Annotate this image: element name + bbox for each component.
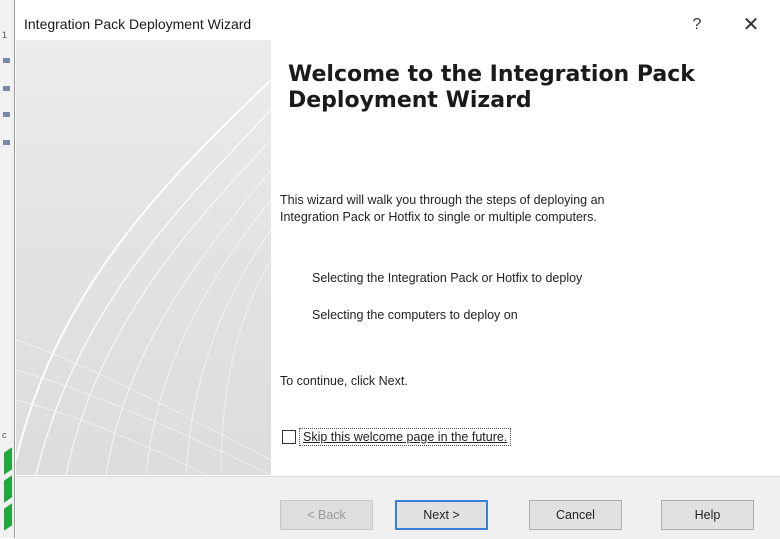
next-button[interactable]: Next >: [395, 500, 488, 530]
continue-instruction: To continue, click Next.: [280, 374, 408, 388]
background-toolbar-mark: [3, 86, 10, 91]
help-button[interactable]: Help: [661, 500, 754, 530]
cancel-button[interactable]: Cancel: [529, 500, 622, 530]
background-toolbar-mark: [3, 140, 10, 145]
decorative-curves: [16, 79, 271, 475]
skip-welcome-checkbox[interactable]: [282, 430, 296, 444]
wizard-content: Welcome to the Integration Pack Deployme…: [280, 40, 770, 475]
skip-welcome-option[interactable]: Skip this welcome page in the future.: [282, 428, 512, 446]
window-title: Integration Pack Deployment Wizard: [24, 16, 252, 32]
wizard-side-graphic: [16, 40, 271, 475]
step-item-select-computers: Selecting the computers to deploy on: [312, 308, 518, 322]
close-icon[interactable]: ✕: [731, 12, 771, 38]
intro-text: This wizard will walk you through the st…: [280, 192, 760, 226]
page-title-line-1: Welcome to the Integration Pack: [288, 62, 695, 87]
background-glyph: 1: [2, 30, 8, 40]
wizard-dialog: Integration Pack Deployment Wizard ? ✕ W…: [14, 0, 780, 539]
page-title-line-2: Deployment Wizard: [288, 88, 532, 113]
background-app-edge: 1 c: [0, 0, 15, 538]
background-green-mark: [4, 503, 12, 531]
background-toolbar-mark: [3, 58, 10, 63]
intro-line-2: Integration Pack or Hotfix to single or …: [280, 210, 597, 224]
background-green-mark: [4, 475, 12, 503]
step-item-select-pack: Selecting the Integration Pack or Hotfix…: [312, 271, 583, 285]
background-toolbar-mark: [3, 112, 10, 117]
skip-welcome-label[interactable]: Skip this welcome page in the future.: [299, 428, 512, 446]
back-button[interactable]: < Back: [280, 500, 373, 530]
background-glyph: c: [2, 430, 7, 440]
background-green-mark: [4, 447, 12, 475]
button-bar: < Back Next > Cancel Help: [16, 476, 780, 539]
page-title: Welcome to the Integration Pack Deployme…: [288, 62, 768, 114]
help-icon[interactable]: ?: [682, 12, 712, 38]
intro-line-1: This wizard will walk you through the st…: [280, 193, 605, 207]
title-bar: Integration Pack Deployment Wizard ? ✕: [15, 0, 780, 40]
